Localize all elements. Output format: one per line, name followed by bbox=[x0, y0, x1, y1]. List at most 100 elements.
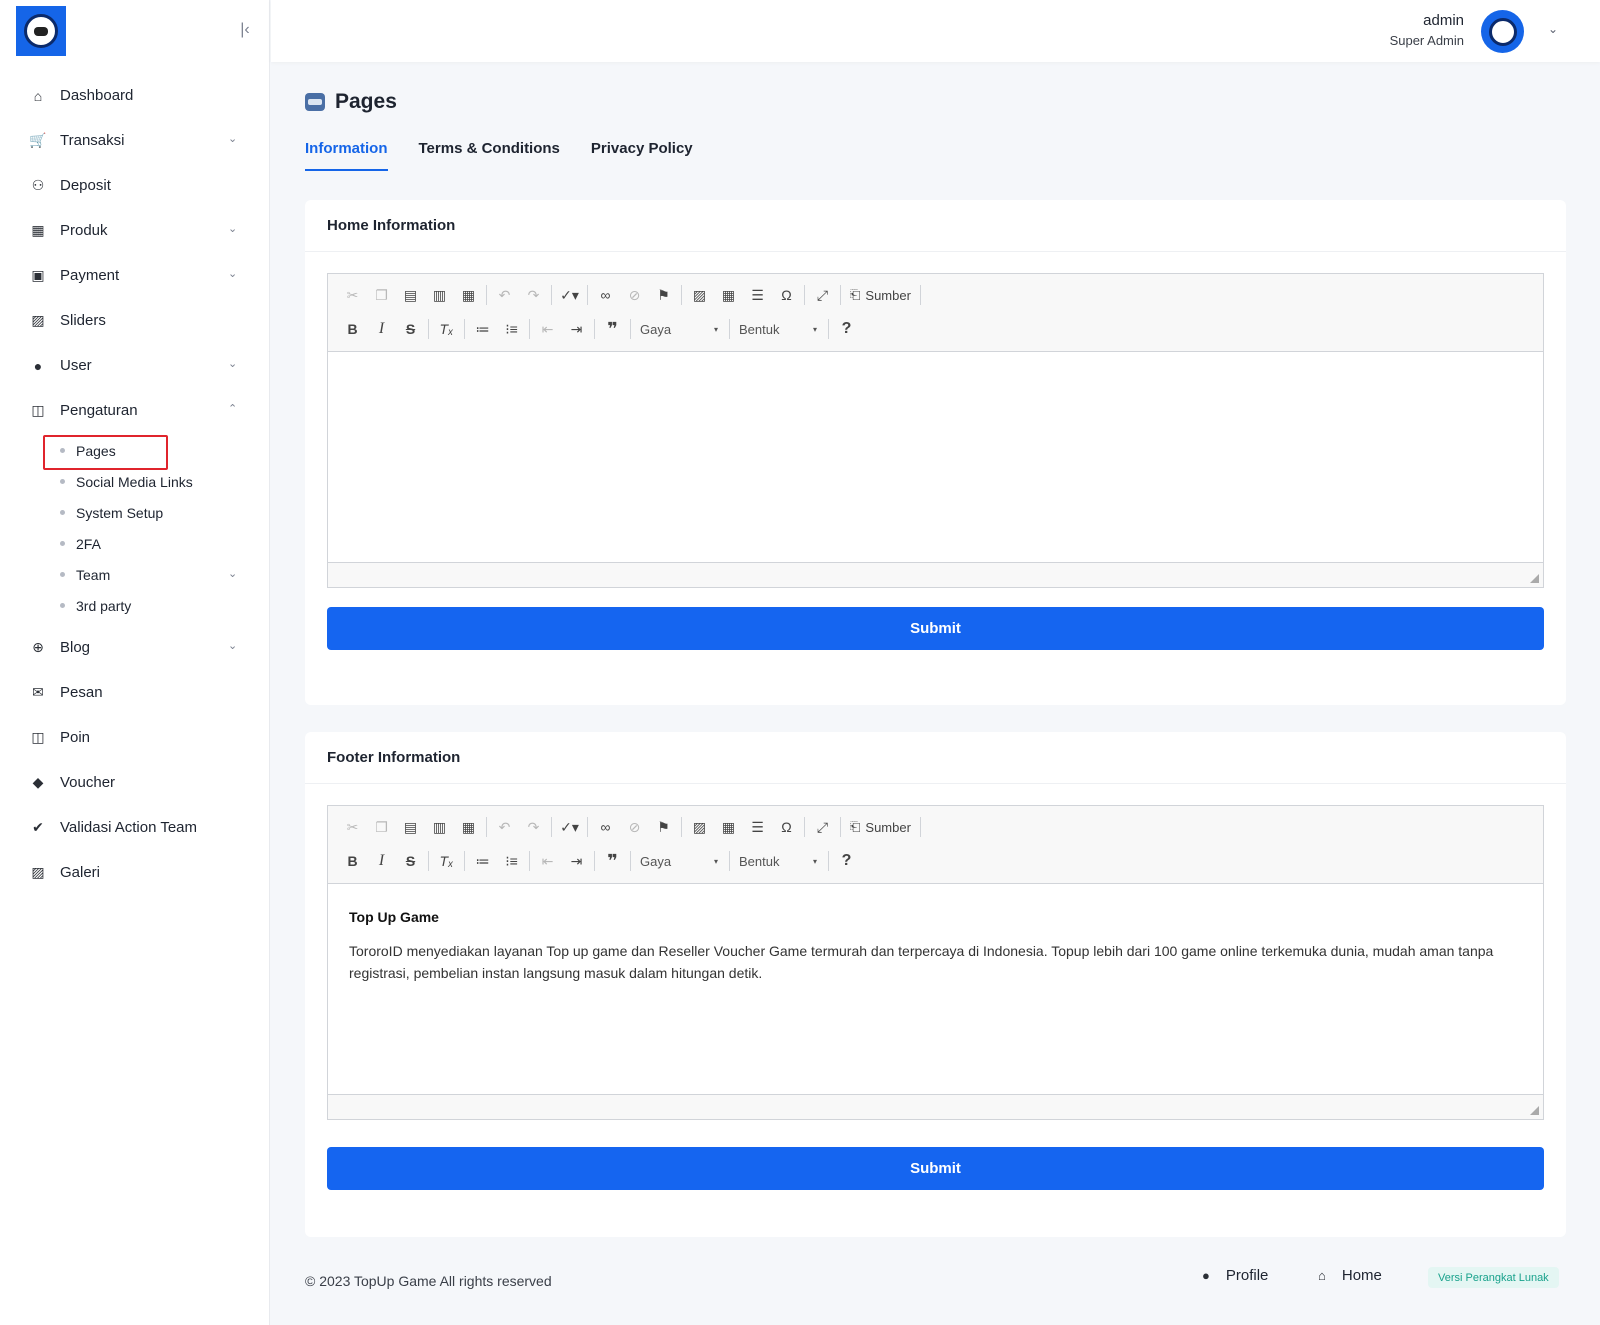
paste-text-icon[interactable]: ▥ bbox=[425, 815, 454, 839]
sidebar-item-produk[interactable]: ▦ Produk ⌄ bbox=[0, 208, 270, 253]
special-char-icon[interactable]: Ω bbox=[772, 283, 801, 307]
user-name[interactable]: admin bbox=[1423, 12, 1464, 29]
sidebar-subitem-2fa[interactable]: 2FA bbox=[0, 528, 270, 559]
brand-logo[interactable] bbox=[16, 6, 66, 56]
indent-icon[interactable]: ⇥ bbox=[562, 317, 591, 341]
numbered-list-icon[interactable]: ≔ bbox=[468, 849, 497, 873]
sidebar-item-voucher[interactable]: ◆ Voucher bbox=[0, 760, 270, 805]
sidebar-item-label: Pesan bbox=[60, 684, 103, 701]
cut-icon[interactable]: ✂ bbox=[338, 283, 367, 307]
sidebar-item-dashboard[interactable]: ⌂ Dashboard bbox=[0, 73, 270, 118]
remove-format-icon[interactable]: Tₓ bbox=[432, 317, 461, 341]
copy-icon[interactable]: ❐ bbox=[367, 815, 396, 839]
tab-privacy-policy[interactable]: Privacy Policy bbox=[591, 140, 693, 171]
strikethrough-icon[interactable]: S bbox=[396, 317, 425, 341]
link-icon[interactable]: ∞ bbox=[591, 283, 620, 307]
blockquote-icon[interactable]: ❞ bbox=[598, 849, 627, 873]
paste-icon[interactable]: ▤ bbox=[396, 815, 425, 839]
editor-resize-bar[interactable] bbox=[328, 1094, 1543, 1119]
bold-icon[interactable]: B bbox=[338, 317, 367, 341]
strikethrough-icon[interactable]: S bbox=[396, 849, 425, 873]
store-icon: ▦ bbox=[31, 222, 45, 238]
style-select[interactable]: Gaya ▾ bbox=[634, 849, 726, 873]
tab-information[interactable]: Information bbox=[305, 140, 388, 171]
sidebar-item-sliders[interactable]: ▨ Sliders bbox=[0, 298, 270, 343]
footer-submit-button[interactable]: Submit bbox=[327, 1147, 1544, 1190]
sidebar-item-poin[interactable]: ◫ Poin bbox=[0, 715, 270, 760]
table-icon[interactable]: ▦ bbox=[714, 815, 743, 839]
indent-icon[interactable]: ⇥ bbox=[562, 849, 591, 873]
bulleted-list-icon[interactable]: ⁝≡ bbox=[497, 849, 526, 873]
unlink-icon[interactable]: ⊘ bbox=[620, 815, 649, 839]
remove-format-icon[interactable]: Tₓ bbox=[432, 849, 461, 873]
anchor-flag-icon[interactable]: ⚑ bbox=[649, 283, 678, 307]
format-select[interactable]: Bentuk ▾ bbox=[733, 849, 825, 873]
collapse-sidebar-icon[interactable]: |‹ bbox=[236, 20, 254, 40]
outdent-icon[interactable]: ⇤ bbox=[533, 317, 562, 341]
sidebar-subitem-system-setup[interactable]: System Setup bbox=[0, 497, 270, 528]
bold-icon[interactable]: B bbox=[338, 849, 367, 873]
italic-icon[interactable]: I bbox=[367, 849, 396, 873]
editor-content-area[interactable]: Top Up Game TororoID menyediakan layanan… bbox=[328, 884, 1543, 1094]
spellcheck-icon[interactable]: ✓▾ bbox=[555, 283, 584, 307]
sidebar-item-label: Pengaturan bbox=[60, 402, 138, 419]
tab-terms-conditions[interactable]: Terms & Conditions bbox=[419, 140, 560, 171]
image-icon[interactable]: ▨ bbox=[685, 283, 714, 307]
format-select[interactable]: Bentuk ▾ bbox=[733, 317, 825, 341]
paste-word-icon[interactable]: ▦ bbox=[454, 815, 483, 839]
maximize-icon[interactable]: ⤢ bbox=[808, 283, 837, 307]
horizontal-line-icon[interactable]: ☰ bbox=[743, 283, 772, 307]
help-icon[interactable]: ? bbox=[832, 317, 861, 341]
footer-home-link[interactable]: ⌂ Home bbox=[1318, 1267, 1382, 1284]
sidebar-item-payment[interactable]: ▣ Payment ⌄ bbox=[0, 253, 270, 298]
numbered-list-icon[interactable]: ≔ bbox=[468, 317, 497, 341]
paste-text-icon[interactable]: ▥ bbox=[425, 283, 454, 307]
sidebar-subitem-pages[interactable]: Pages bbox=[0, 435, 270, 470]
redo-icon[interactable]: ↷ bbox=[519, 815, 548, 839]
style-select[interactable]: Gaya ▾ bbox=[634, 317, 726, 341]
sidebar-item-pengaturan[interactable]: ◫ Pengaturan ⌃ bbox=[0, 388, 270, 433]
sidebar-item-validasi-action-team[interactable]: ✔ Validasi Action Team bbox=[0, 805, 270, 850]
link-icon[interactable]: ∞ bbox=[591, 815, 620, 839]
redo-icon[interactable]: ↷ bbox=[519, 283, 548, 307]
bulleted-list-icon[interactable]: ⁝≡ bbox=[497, 317, 526, 341]
sidebar-item-galeri[interactable]: ▨ Galeri bbox=[0, 850, 270, 895]
outdent-icon[interactable]: ⇤ bbox=[533, 849, 562, 873]
image-icon[interactable]: ▨ bbox=[685, 815, 714, 839]
anchor-flag-icon[interactable]: ⚑ bbox=[649, 815, 678, 839]
user-menu-chevron-icon[interactable]: ⌄ bbox=[1548, 22, 1558, 36]
copy-icon[interactable]: ❐ bbox=[367, 283, 396, 307]
sidebar-item-label: Transaksi bbox=[60, 132, 125, 149]
italic-icon[interactable]: I bbox=[367, 317, 396, 341]
paste-word-icon[interactable]: ▦ bbox=[454, 283, 483, 307]
sidebar-item-deposit[interactable]: ⚇ Deposit bbox=[0, 163, 270, 208]
source-button[interactable]: ⎗ Sumber bbox=[844, 283, 917, 307]
sidebar-item-pesan[interactable]: ✉ Pesan bbox=[0, 670, 270, 715]
cut-icon[interactable]: ✂ bbox=[338, 815, 367, 839]
sidebar-subitem-team[interactable]: Team ⌄ bbox=[0, 559, 270, 590]
footer-profile-link[interactable]: ● Profile bbox=[1202, 1267, 1268, 1284]
sidebar-item-transaksi[interactable]: 🛒 Transaksi ⌄ bbox=[0, 118, 270, 163]
unlink-icon[interactable]: ⊘ bbox=[620, 283, 649, 307]
sidebar-subitem-3rd-party[interactable]: 3rd party bbox=[0, 590, 270, 621]
avatar-mascot-icon bbox=[1488, 17, 1517, 46]
undo-icon[interactable]: ↶ bbox=[490, 815, 519, 839]
table-icon[interactable]: ▦ bbox=[714, 283, 743, 307]
home-submit-button[interactable]: Submit bbox=[327, 607, 1544, 650]
help-icon[interactable]: ? bbox=[832, 849, 861, 873]
undo-icon[interactable]: ↶ bbox=[490, 283, 519, 307]
sidebar-item-blog[interactable]: ⊕ Blog ⌄ bbox=[0, 625, 270, 670]
editor-content-area[interactable] bbox=[328, 352, 1543, 562]
editor-resize-bar[interactable] bbox=[328, 562, 1543, 587]
source-button[interactable]: ⎗ Sumber bbox=[844, 815, 917, 839]
sidebar-item-label: Payment bbox=[60, 267, 120, 284]
special-char-icon[interactable]: Ω bbox=[772, 815, 801, 839]
sidebar-subitem-social-media-links[interactable]: Social Media Links bbox=[0, 466, 270, 497]
maximize-icon[interactable]: ⤢ bbox=[808, 815, 837, 839]
horizontal-line-icon[interactable]: ☰ bbox=[743, 815, 772, 839]
blockquote-icon[interactable]: ❞ bbox=[598, 317, 627, 341]
paste-icon[interactable]: ▤ bbox=[396, 283, 425, 307]
spellcheck-icon[interactable]: ✓▾ bbox=[555, 815, 584, 839]
sidebar-item-user[interactable]: ● User ⌄ bbox=[0, 343, 270, 388]
avatar[interactable] bbox=[1481, 10, 1524, 53]
